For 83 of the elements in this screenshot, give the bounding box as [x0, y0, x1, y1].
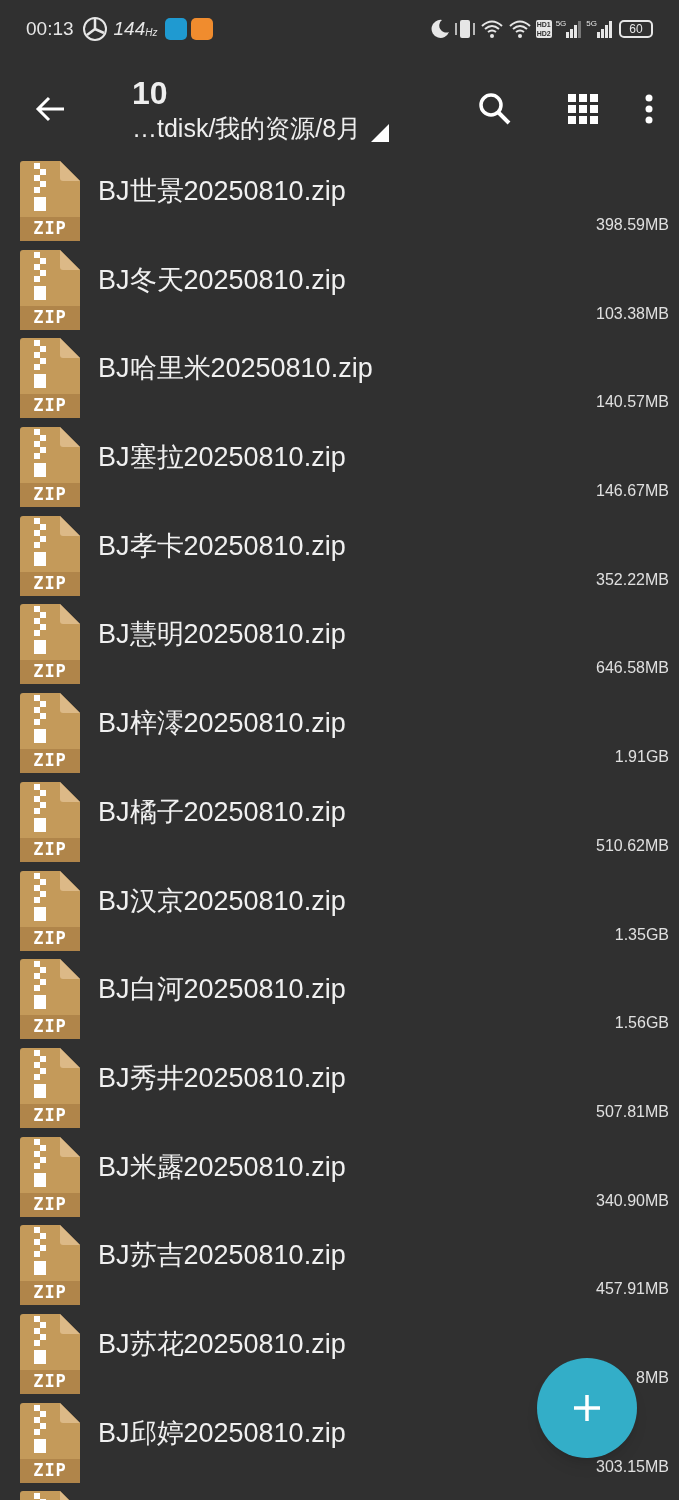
search-icon	[478, 92, 512, 126]
zip-file-icon: ZIP	[20, 1136, 80, 1217]
file-row[interactable]: ZIP BJ米露20250810.zip 340.90MB	[0, 1135, 679, 1225]
file-size: 146.67MB	[596, 481, 669, 502]
network-label: 5G	[586, 18, 597, 30]
zip-file-icon: ZIP	[20, 1402, 80, 1483]
zip-file-icon: ZIP	[20, 870, 80, 951]
signal-icon	[597, 20, 613, 38]
file-row[interactable]: ZIP BJ梓澪20250810.zip 1.91GB	[0, 692, 679, 781]
file-name: BJ米露20250810.zip	[98, 1150, 346, 1183]
file-size: 646.58MB	[596, 658, 669, 679]
file-size: 103.38MB	[596, 303, 669, 324]
file-row[interactable]: ZIP BJ苏花20250810.zip 8MB	[0, 1312, 679, 1402]
file-row[interactable]: ZIP BJ哈里米20250810.zip 140.57MB	[0, 337, 679, 427]
file-size: 140.57MB	[596, 392, 669, 413]
vibrate-icon	[453, 18, 476, 40]
zip-file-icon: ZIP	[20, 427, 80, 508]
file-size: 510.62MB	[596, 835, 669, 856]
file-row[interactable]: ZIP BJ塞拉20250810.zip 146.67MB	[0, 426, 679, 515]
file-name: BJ白河20250810.zip	[98, 973, 346, 1006]
folder-title: 10	[132, 74, 169, 112]
plus-icon	[572, 1393, 602, 1423]
fan-icon	[81, 16, 108, 42]
zip-file-icon: ZIP	[20, 515, 80, 596]
file-name: BJ橘子20250810.zip	[98, 795, 346, 828]
dropdown-icon[interactable]	[371, 124, 390, 142]
zip-file-icon: ZIP	[20, 338, 80, 419]
file-name: BJ冬天20250810.zip	[98, 263, 346, 296]
file-size: 457.91MB	[596, 1279, 669, 1300]
app-icon	[165, 18, 188, 40]
wifi-icon	[507, 19, 532, 39]
file-row[interactable]: ZIP BJ冬天20250810.zip 103.38MB	[0, 248, 679, 338]
file-name: BJ秀井20250810.zip	[98, 1061, 346, 1094]
file-size: 352.22MB	[596, 569, 669, 590]
file-name: BJ哈里米20250810.zip	[98, 352, 373, 385]
more-icon	[645, 94, 653, 124]
zip-file-icon: ZIP	[20, 693, 80, 774]
zip-file-icon: ZIP	[20, 249, 80, 330]
file-row[interactable]: ZIP BJ秀井20250810.zip 507.81MB	[0, 1046, 679, 1136]
file-size: 1.35GB	[614, 924, 669, 945]
wifi-icon	[479, 19, 504, 39]
file-row[interactable]: ZIP BJ橘子20250810.zip 510.62MB	[0, 780, 679, 870]
refresh-unit: Hz	[145, 26, 158, 40]
file-size: 1.91GB	[614, 747, 669, 768]
file-size: 303.15MB	[596, 1456, 669, 1477]
file-size: 398.59MB	[596, 215, 669, 235]
network-label: 5G	[555, 18, 567, 30]
file-name: BJ苏花20250810.zip	[98, 1327, 346, 1360]
signal-icon	[566, 20, 583, 38]
refresh-rate: 144	[113, 16, 146, 41]
zip-file-icon: ZIP	[20, 959, 80, 1040]
battery-indicator: 60	[619, 20, 653, 38]
file-name: BJ梓澪20250810.zip	[98, 707, 346, 740]
file-name: BJ邱婷20250810.zip	[98, 1416, 346, 1449]
file-size: 507.81MB	[596, 1101, 669, 1122]
file-row[interactable]: ZIP BJ汉京20250810.zip 1.35GB	[0, 869, 679, 959]
file-row[interactable]: ZIP BJ白河20250810.zip 1.56GB	[0, 958, 679, 1047]
file-name: BJ孝卡20250810.zip	[98, 529, 346, 562]
back-arrow-icon	[34, 95, 66, 123]
zip-file-icon: ZIP	[20, 1225, 80, 1306]
file-name: BJ苏吉20250810.zip	[98, 1239, 346, 1272]
app-icon	[191, 18, 214, 40]
zip-file-icon: ZIP	[20, 604, 80, 685]
file-row[interactable]: ZIP BJ慧明20250810.zip 646.58MB	[0, 603, 679, 693]
folder-path[interactable]: …tdisk/我的资源/8月	[132, 112, 362, 144]
zip-file-icon: ZIP	[20, 1047, 80, 1128]
file-row[interactable]: ZIP BJ孝卡20250810.zip 352.22MB	[0, 514, 679, 604]
moon-icon	[429, 19, 450, 39]
file-name: BJ塞拉20250810.zip	[98, 441, 346, 474]
file-name: BJ世景20250810.zip	[98, 175, 346, 207]
file-row[interactable]: ZIP BJ苏吉20250810.zip 457.91MB	[0, 1224, 679, 1313]
grid-icon	[568, 94, 598, 124]
file-row[interactable]: ZIP BJ邱婷20250810.zip 303.15MB	[0, 1401, 679, 1491]
file-row[interactable]: ZIP BJ世景20250810.zip 398.59MB	[0, 160, 679, 249]
file-name: BJ汉京20250810.zip	[98, 884, 346, 917]
zip-file-icon: ZIP	[20, 781, 80, 862]
clock: 00:13	[26, 16, 74, 41]
zip-file-icon: ZIP	[20, 1313, 80, 1394]
file-size: 1.56GB	[614, 1013, 669, 1034]
zip-file-icon: ZIP	[20, 161, 80, 241]
file-size: 340.90MB	[596, 1190, 669, 1211]
file-size: 8MB	[636, 1367, 669, 1388]
file-name: BJ慧明20250810.zip	[98, 618, 346, 651]
